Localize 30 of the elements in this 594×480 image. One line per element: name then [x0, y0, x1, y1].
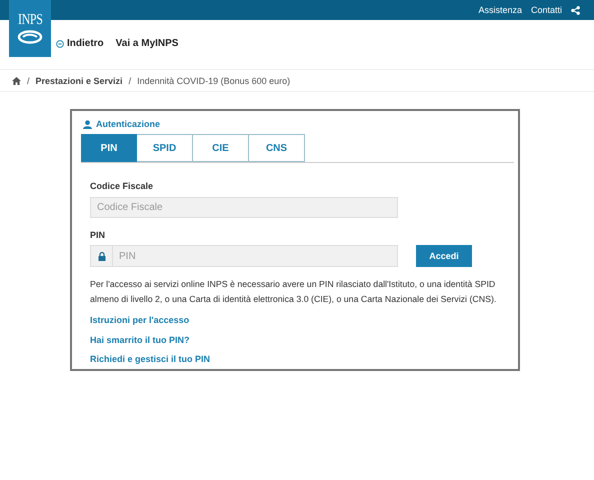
top-link[interactable]: Assistenza	[478, 5, 522, 15]
myinps-link[interactable]: Vai a MyINPS	[116, 38, 178, 49]
lock-icon	[98, 252, 106, 260]
breadcrumb-separator: /	[128, 76, 132, 86]
user-icon	[83, 120, 92, 128]
help-link[interactable]: Hai smarrito il tuo PIN?	[90, 330, 190, 350]
share-icon[interactable]	[571, 6, 580, 14]
logo[interactable]: INPS	[9, 0, 51, 57]
info-text: Per l'accesso ai servizi online INPS è necessario avere un PIN rilasciato dall'Istituto, o una identità SPID almeno di livello 2, o una Carta di identità elettronica 3.0 (CIE), o una Carta Nazionale dei Servizi (CNS).	[90, 278, 498, 306]
pin-field[interactable]: PIN	[113, 245, 398, 267]
fiscal-code-field[interactable]: Codice Fiscale	[90, 197, 398, 218]
breadcrumb-current: Indennità COVID-19 (Bonus 600 euro)	[137, 76, 290, 86]
field-label: PIN	[90, 230, 106, 240]
back-icon	[56, 40, 64, 48]
tab[interactable]: SPID	[137, 134, 193, 162]
back-link[interactable]: Indietro	[56, 38, 104, 49]
login-button[interactable]: Accedi	[416, 245, 472, 267]
top-link[interactable]: Contatti	[530, 5, 562, 15]
breadcrumb-link[interactable]: Prestazioni e Servizi	[36, 76, 123, 86]
logo-text: INPS	[18, 13, 42, 28]
tab[interactable]: CNS	[249, 134, 305, 162]
tab[interactable]: PIN	[81, 134, 137, 162]
help-link[interactable]: Istruzioni per l'accesso	[90, 311, 190, 330]
logo-emblem-icon	[17, 30, 43, 44]
tab[interactable]: CIE	[193, 134, 249, 162]
card-title: Autenticazione	[96, 119, 160, 129]
help-link[interactable]: Richiedi e gestisci il tuo PIN	[90, 350, 210, 370]
field-label: Codice Fiscale	[90, 181, 154, 191]
home-icon[interactable]	[12, 76, 21, 84]
breadcrumb-separator: /	[27, 76, 30, 86]
